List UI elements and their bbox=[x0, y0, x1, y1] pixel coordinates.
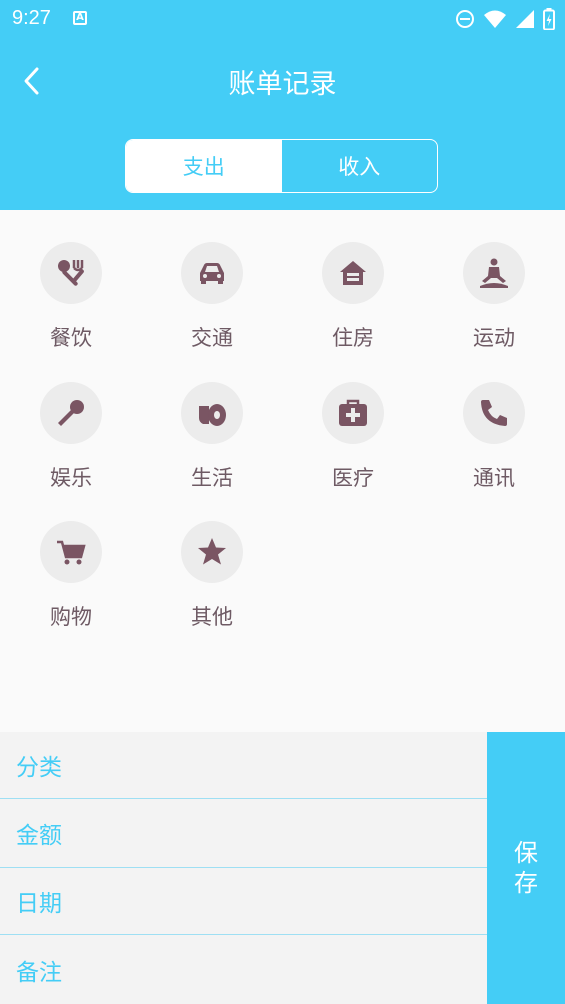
category-grid: 餐饮 交通 住房 运动 娱乐 生活 医疗 通讯 购物 其他 bbox=[0, 210, 565, 732]
wifi-icon bbox=[484, 10, 506, 28]
category-label: 生活 bbox=[191, 466, 233, 490]
type-segmented-control: 支出 收入 bbox=[125, 139, 438, 193]
tab-income[interactable]: 收入 bbox=[282, 140, 438, 192]
category-shopping[interactable]: 购物 bbox=[11, 521, 131, 631]
bill-form: 分类 金额 日期 备注 bbox=[0, 732, 487, 1004]
category-label: 通讯 bbox=[473, 466, 515, 490]
category-label: 其他 bbox=[191, 605, 233, 629]
status-bar: 9:27 A bbox=[0, 0, 565, 38]
car-icon bbox=[181, 242, 243, 304]
cart-icon bbox=[40, 521, 102, 583]
page-title: 账单记录 bbox=[228, 69, 337, 100]
status-time: 9:27 bbox=[12, 7, 51, 29]
category-field[interactable]: 分类 bbox=[0, 732, 487, 799]
tab-expense[interactable]: 支出 bbox=[126, 140, 282, 192]
phone-icon bbox=[463, 382, 525, 444]
category-living[interactable]: 生活 bbox=[152, 382, 272, 492]
status-icons bbox=[455, 8, 555, 30]
star-icon bbox=[181, 521, 243, 583]
date-field[interactable]: 日期 bbox=[0, 868, 487, 935]
category-dining[interactable]: 餐饮 bbox=[11, 242, 131, 352]
house-icon bbox=[322, 242, 384, 304]
category-label: 交通 bbox=[191, 326, 233, 350]
utensils-icon bbox=[40, 242, 102, 304]
category-label: 运动 bbox=[473, 326, 515, 350]
app-bar: 账单记录 支出 收入 bbox=[0, 38, 565, 210]
category-transport[interactable]: 交通 bbox=[152, 242, 272, 352]
yoga-icon bbox=[463, 242, 525, 304]
do-not-disturb-icon bbox=[456, 10, 474, 28]
medical-kit-icon bbox=[322, 382, 384, 444]
toilet-paper-icon bbox=[181, 382, 243, 444]
category-label: 餐饮 bbox=[50, 326, 92, 350]
category-housing[interactable]: 住房 bbox=[293, 242, 413, 352]
category-label: 住房 bbox=[332, 326, 374, 350]
category-communication[interactable]: 通讯 bbox=[434, 382, 554, 492]
category-medical[interactable]: 医疗 bbox=[293, 382, 413, 492]
amount-field[interactable]: 金额 bbox=[0, 799, 487, 868]
signal-icon bbox=[516, 10, 534, 28]
category-label: 医疗 bbox=[332, 466, 374, 490]
category-other[interactable]: 其他 bbox=[152, 521, 272, 631]
microphone-icon bbox=[40, 382, 102, 444]
category-label: 购物 bbox=[50, 605, 92, 629]
save-button[interactable]: 保存 bbox=[487, 732, 565, 1004]
notification-a-icon: A bbox=[73, 11, 87, 25]
category-sports[interactable]: 运动 bbox=[434, 242, 554, 352]
battery-icon bbox=[543, 8, 555, 30]
category-label: 娱乐 bbox=[50, 466, 92, 490]
note-field[interactable]: 备注 bbox=[0, 935, 487, 1004]
save-button-label: 保存 bbox=[514, 839, 538, 897]
category-entertainment[interactable]: 娱乐 bbox=[11, 382, 131, 492]
